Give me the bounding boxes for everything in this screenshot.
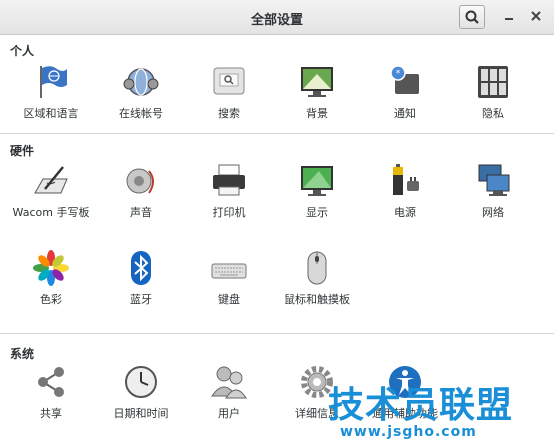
notifications-icon: * (390, 65, 419, 94)
search-button[interactable] (459, 5, 485, 29)
panel-label: 色彩 (40, 293, 62, 306)
mouse-icon (307, 251, 327, 285)
watermark-text: 技术员联盟 (328, 385, 514, 426)
bluetooth-icon (131, 251, 151, 285)
search-settings-icon (213, 67, 245, 95)
title-bar: 全部设置 (0, 0, 554, 35)
panel-label: 搜索 (218, 107, 240, 120)
sound-icon (126, 168, 154, 194)
panel-label: 打印机 (212, 206, 246, 219)
display-icon (301, 166, 333, 196)
printer-icon (213, 164, 245, 196)
minimize-button[interactable] (503, 9, 515, 27)
panel-label: 电源 (394, 206, 416, 219)
panel-label: 隐私 (482, 107, 504, 120)
power-icon (393, 164, 419, 195)
section-personal-title: 个人 (10, 44, 35, 58)
section-divider (0, 133, 554, 134)
clock-icon (125, 366, 157, 398)
panel-label: 鼠标和触摸板 (284, 293, 350, 306)
panel-label: 用户 (218, 407, 240, 420)
sharing-icon (38, 367, 64, 397)
network-icon (478, 164, 510, 196)
online-accounts-icon (123, 68, 159, 96)
wacom-tablet-icon (34, 166, 68, 194)
panel-label: 蓝牙 (130, 293, 152, 306)
section-system-title: 系统 (10, 347, 35, 361)
flag-globe-icon (40, 66, 67, 98)
users-icon (211, 366, 247, 399)
panel-label: 在线帐号 (119, 107, 163, 120)
panel-label: 声音 (130, 206, 152, 219)
minimize-icon (505, 18, 513, 20)
panel-label: 背景 (306, 107, 328, 120)
panel-label: 显示 (306, 206, 328, 219)
panel-label: 通知 (394, 107, 416, 120)
panel-label: 日期和时间 (113, 407, 169, 420)
close-icon (531, 11, 541, 21)
section-hardware-title: 硬件 (10, 144, 35, 158)
privacy-icon (478, 66, 508, 98)
search-icon (465, 10, 479, 24)
panel-label: 共享 (40, 407, 62, 420)
panel-label: 网络 (482, 206, 504, 219)
panel-label: Wacom 手写板 (12, 206, 90, 219)
close-button[interactable] (530, 9, 542, 27)
panel-label: 键盘 (218, 293, 240, 306)
color-icon (33, 250, 69, 286)
background-icon (301, 67, 333, 97)
keyboard-icon (211, 263, 247, 279)
svg-text:*: * (396, 69, 401, 79)
panel-label: 区域和语言 (23, 107, 79, 120)
section-divider (0, 333, 554, 334)
watermark-url: www.jsgho.com (340, 424, 477, 440)
